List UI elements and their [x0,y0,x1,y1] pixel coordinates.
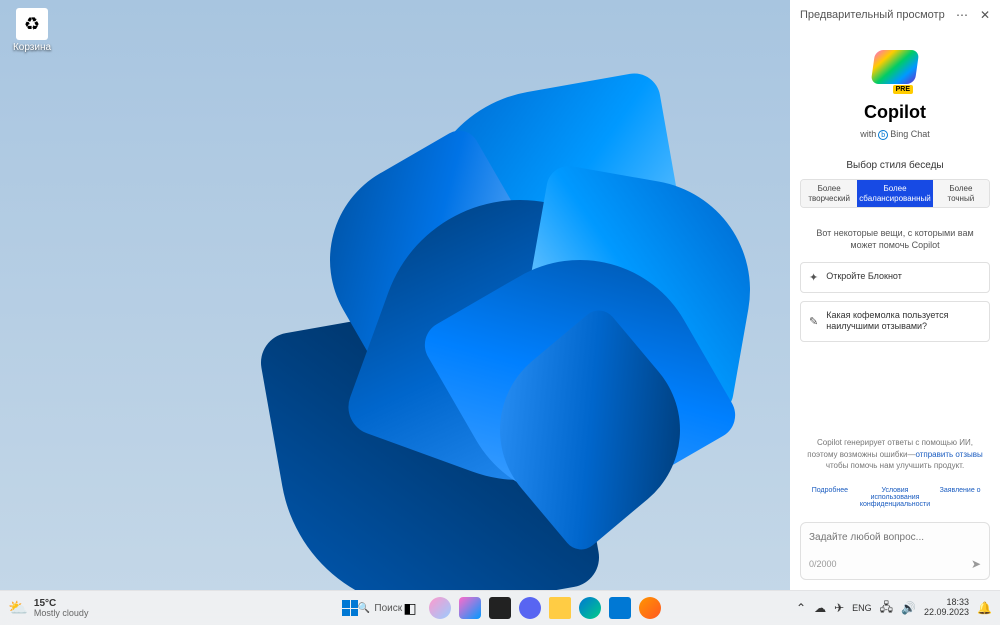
trash-icon: ♻ [16,8,48,40]
weather-icon: ⛅ [8,598,28,618]
file-explorer-button[interactable] [547,595,573,621]
bing-icon: b [878,130,888,140]
search-button[interactable]: 🔍 Поиск [367,595,393,621]
volume-icon[interactable]: 🔊 [901,601,916,615]
suggestion-notepad[interactable]: ✦ Откройте Блокнот [800,262,990,293]
taskbar-center: 🔍 Поиск ◧ [337,595,663,621]
link-more[interactable]: Подробнее [800,487,860,508]
pinned-app-dark[interactable] [487,595,513,621]
copilot-logo: PRE [873,50,917,94]
chevron-up-icon[interactable]: ⌃ [796,601,806,615]
style-label: Выбор стиля беседы [800,160,990,171]
telegram-icon[interactable]: ✈ [834,601,844,615]
style-tab-creative[interactable]: Болеетворческий [801,180,857,207]
pre-badge: PRE [893,85,913,94]
panel-title: Предварительный просмотр [800,9,945,21]
more-icon[interactable]: ⋯ [956,8,968,22]
recycle-bin-icon[interactable]: ♻ Корзина [8,8,56,53]
taskbar-right: ⌃ ☁ ✈ ENG 🖧 🔊 18:33 22.09.2023 🔔 [796,598,992,619]
sparkle-icon: ✦ [809,271,818,284]
close-icon[interactable]: ✕ [980,8,990,22]
search-icon: 🔍 [358,603,370,614]
pinned-app-1[interactable] [427,595,453,621]
link-terms[interactable]: Условия использования конфиденциальности [860,487,930,508]
input-area[interactable]: 0/2000 ➤ [800,522,990,580]
firefox-button[interactable] [637,595,663,621]
weather-widget[interactable]: ⛅ 15°C Mostly cloudy [8,598,88,619]
edge-button[interactable] [577,595,603,621]
style-section: Выбор стиля беседы Болеетворческий Более… [790,150,1000,218]
weather-desc: Mostly cloudy [34,609,89,619]
suggestions: ✦ Откройте Блокнот ✎ Какая кофемолка пол… [790,262,1000,350]
chat-button[interactable] [517,595,543,621]
onedrive-icon[interactable]: ☁ [814,601,826,615]
send-icon[interactable]: ➤ [971,557,981,571]
style-tab-balanced[interactable]: Болеесбалансированный [857,180,932,207]
recycle-bin-label: Корзина [8,42,56,53]
store-button[interactable] [607,595,633,621]
feedback-link[interactable]: отправить отзывы [915,450,982,459]
logo-area: PRE Copilot withbBing Chat [790,30,1000,150]
notifications-icon[interactable]: 🔔 [977,601,992,615]
language-button[interactable]: ENG [852,603,872,613]
char-count: 0/2000 [809,559,837,569]
clock-button[interactable]: 18:33 22.09.2023 [924,598,969,618]
network-icon[interactable]: 🖧 [880,598,893,619]
bing-chat-label: withbBing Chat [800,129,990,140]
task-view-button[interactable]: ◧ [397,595,423,621]
link-statement[interactable]: Заявление о [930,487,990,508]
disclaimer: Copilot генерирует ответы с помощью ИИ, … [790,427,1000,481]
suggestion-coffee[interactable]: ✎ Какая кофемолка пользуется наилучшими … [800,301,990,342]
copilot-button[interactable] [457,595,483,621]
footer-links: Подробнее Условия использования конфиден… [790,481,1000,514]
taskbar: ⛅ 15°C Mostly cloudy 🔍 Поиск ◧ ⌃ ☁ ✈ ENG… [0,590,1000,625]
desktop-wallpaper [0,0,790,590]
chat-icon: ✎ [809,315,818,328]
panel-header: Предварительный просмотр ⋯ ✕ [790,0,1000,30]
weather-temp: 15°C [34,598,89,609]
copilot-title: Copilot [800,102,990,123]
copilot-panel: Предварительный просмотр ⋯ ✕ PRE Copilot… [790,0,1000,590]
style-tab-precise[interactable]: Болееточный [933,180,989,207]
help-text: Вот некоторые вещи, с которыми вам может… [790,218,1000,261]
style-tabs: Болеетворческий Болеесбалансированный Бо… [800,179,990,208]
prompt-input[interactable] [809,532,981,543]
